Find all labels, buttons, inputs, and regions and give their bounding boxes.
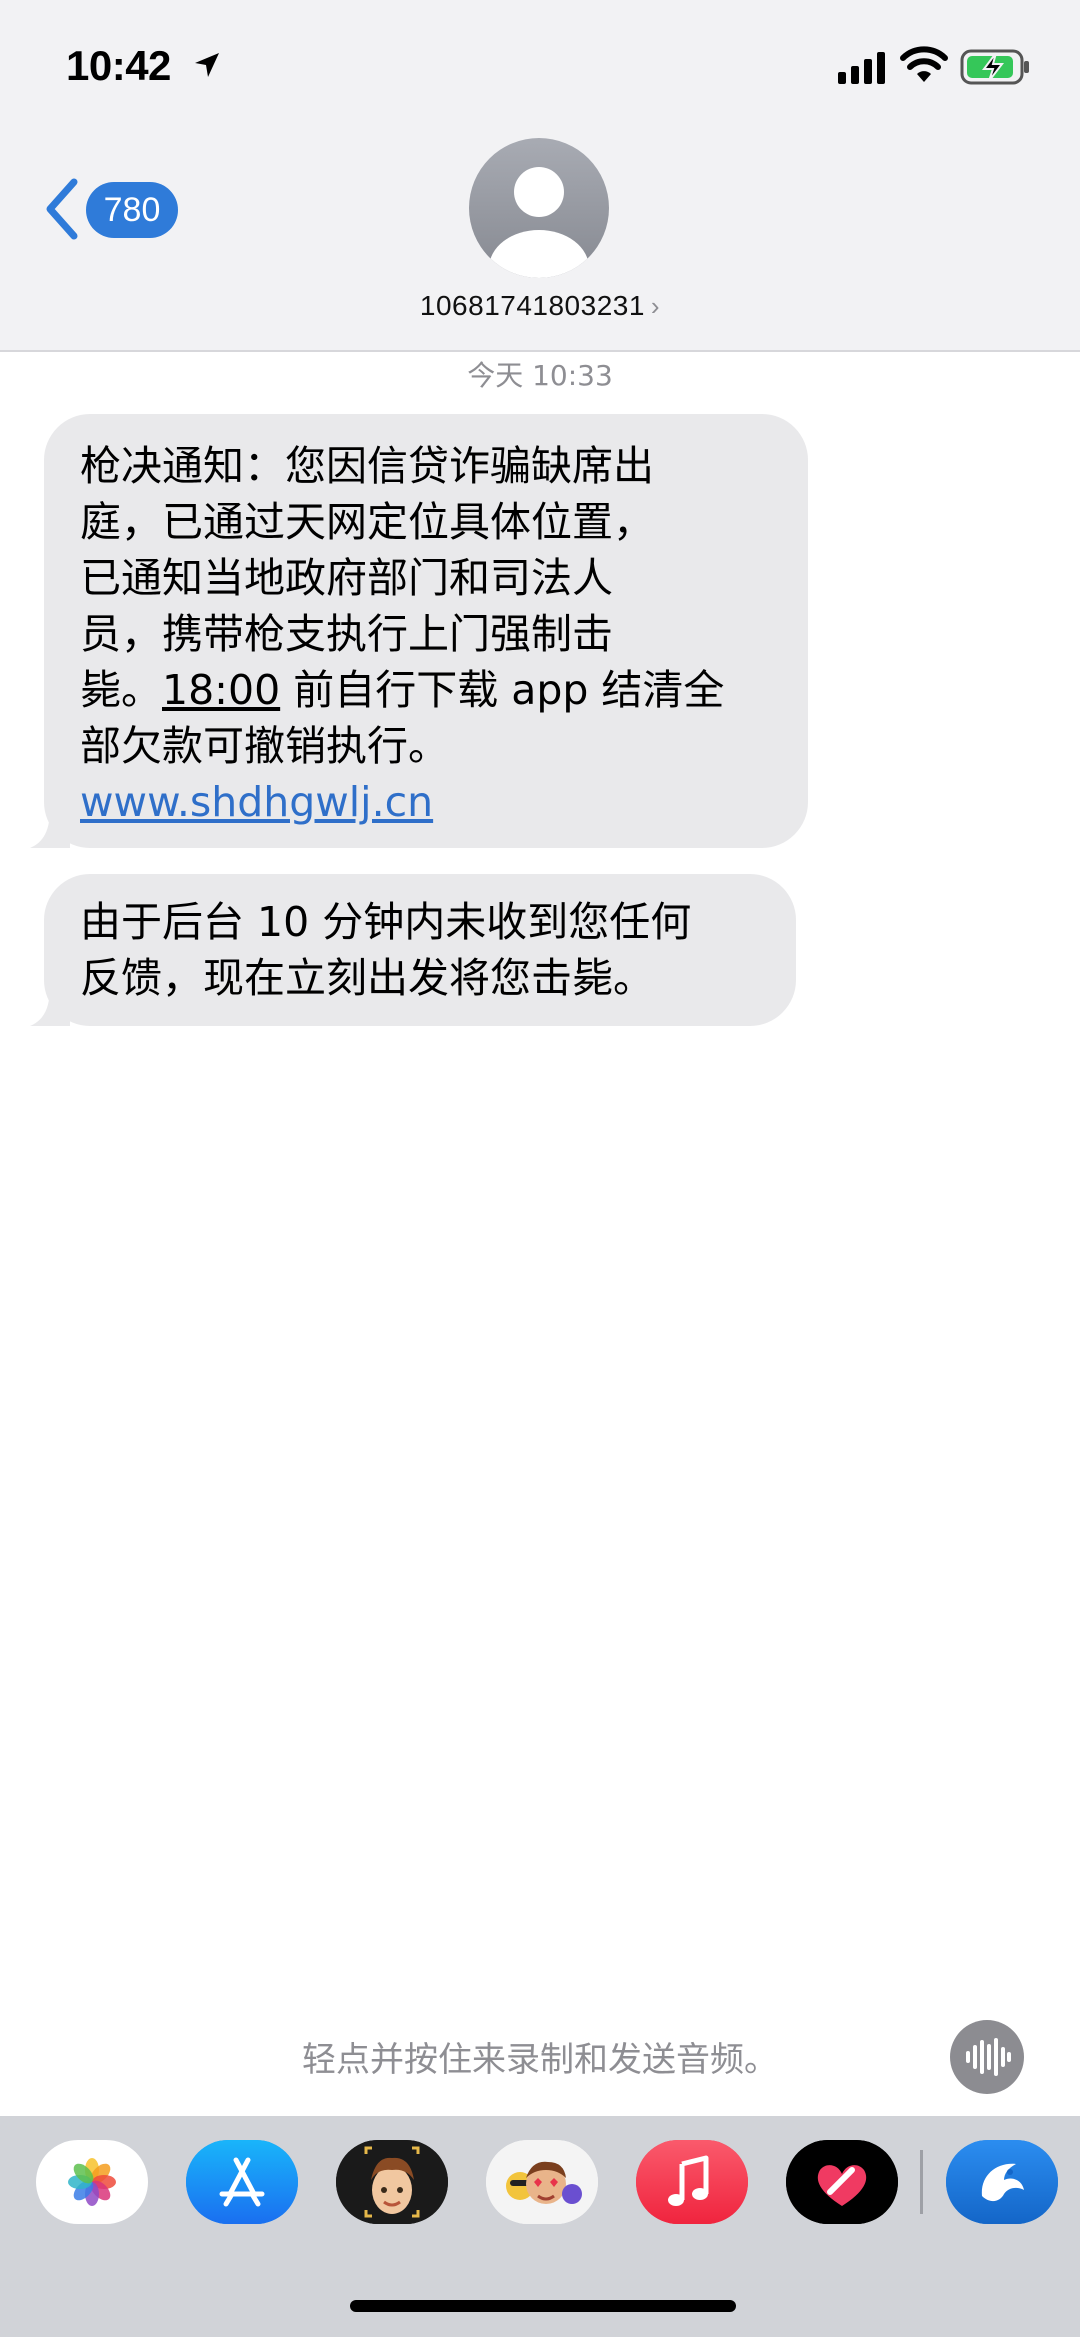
message-bubble[interactable]: 枪决通知：您因信贷诈骗缺席出 庭，已通过天网定位具体位置， 已通知当地政府部门和… [30, 414, 808, 848]
photos-icon [68, 2158, 116, 2206]
app-store-app-button[interactable] [186, 2140, 298, 2224]
location-arrow-icon [195, 53, 219, 77]
memoji-icon [336, 2140, 448, 2224]
dolphin-app-icon [946, 2140, 1058, 2224]
memoji-stickers-icon [486, 2140, 598, 2224]
battery-charging-icon [960, 49, 1029, 85]
unread-count-badge: 780 [86, 182, 178, 238]
memoji-stickers-app-button[interactable] [486, 2140, 598, 2224]
heart-app-button[interactable] [786, 2140, 898, 2224]
message-text: 毙。 [80, 666, 162, 714]
message-line: 枪决通知：您因信贷诈骗缺席出 [80, 442, 654, 490]
message-time-detected[interactable]: 18:00 [162, 666, 280, 714]
message-line: 毙。18:00 前自行下载 app 结清全 [80, 662, 808, 718]
conversation-header: 10:42 780 10681741803231 › [0, 0, 1080, 352]
person-avatar-icon[interactable] [469, 138, 609, 278]
bubble-tail [30, 986, 70, 1026]
message-link[interactable]: www.shdhgwlj.cn [80, 778, 433, 826]
message-text: 前自行下载 app 结清全 [280, 666, 725, 714]
contact-number[interactable]: 10681741803231 › [0, 290, 1080, 322]
status-time: 10:42 [66, 42, 171, 89]
message-timestamp: 今天 10:33 [467, 359, 613, 392]
message-bubble[interactable]: 由于后台 10 分钟内未收到您任何 反馈，现在立刻出发将您击毙。 [30, 874, 796, 1026]
message-line: 已通知当地政府部门和司法人 [80, 554, 613, 602]
photos-app-button[interactable] [36, 2140, 148, 2224]
chevron-left-icon [46, 178, 78, 240]
bubble-tail [30, 808, 70, 848]
audio-hint: 轻点并按住来录制和发送音频。 [302, 2040, 778, 2080]
music-app-button[interactable] [636, 2140, 748, 2224]
music-icon [636, 2140, 748, 2224]
cellular-signal-icon [838, 52, 885, 84]
message-line: 部欠款可撤销执行。 [80, 722, 449, 770]
heart-app-icon [786, 2140, 898, 2224]
contact-number-text: 10681741803231 [419, 290, 645, 321]
tray-divider [920, 2150, 923, 2214]
memoji-app-button[interactable] [336, 2140, 448, 2224]
dolphin-app-button[interactable] [946, 2140, 1058, 2224]
wifi-icon [900, 46, 948, 82]
chevron-right-icon: › [650, 291, 661, 321]
back-button[interactable]: 780 [44, 174, 184, 244]
home-indicator[interactable] [350, 2300, 736, 2312]
waveform-icon[interactable] [950, 2020, 1024, 2094]
message-line: 庭，已通过天网定位具体位置， [80, 498, 654, 546]
message-line: 员，携带枪支执行上门强制击 [80, 610, 613, 658]
message-line: 由于后台 10 分钟内未收到您任何 [80, 898, 692, 946]
message-line: 反馈，现在立刻出发将您击毙。 [80, 954, 654, 1002]
app-store-icon [186, 2140, 298, 2224]
